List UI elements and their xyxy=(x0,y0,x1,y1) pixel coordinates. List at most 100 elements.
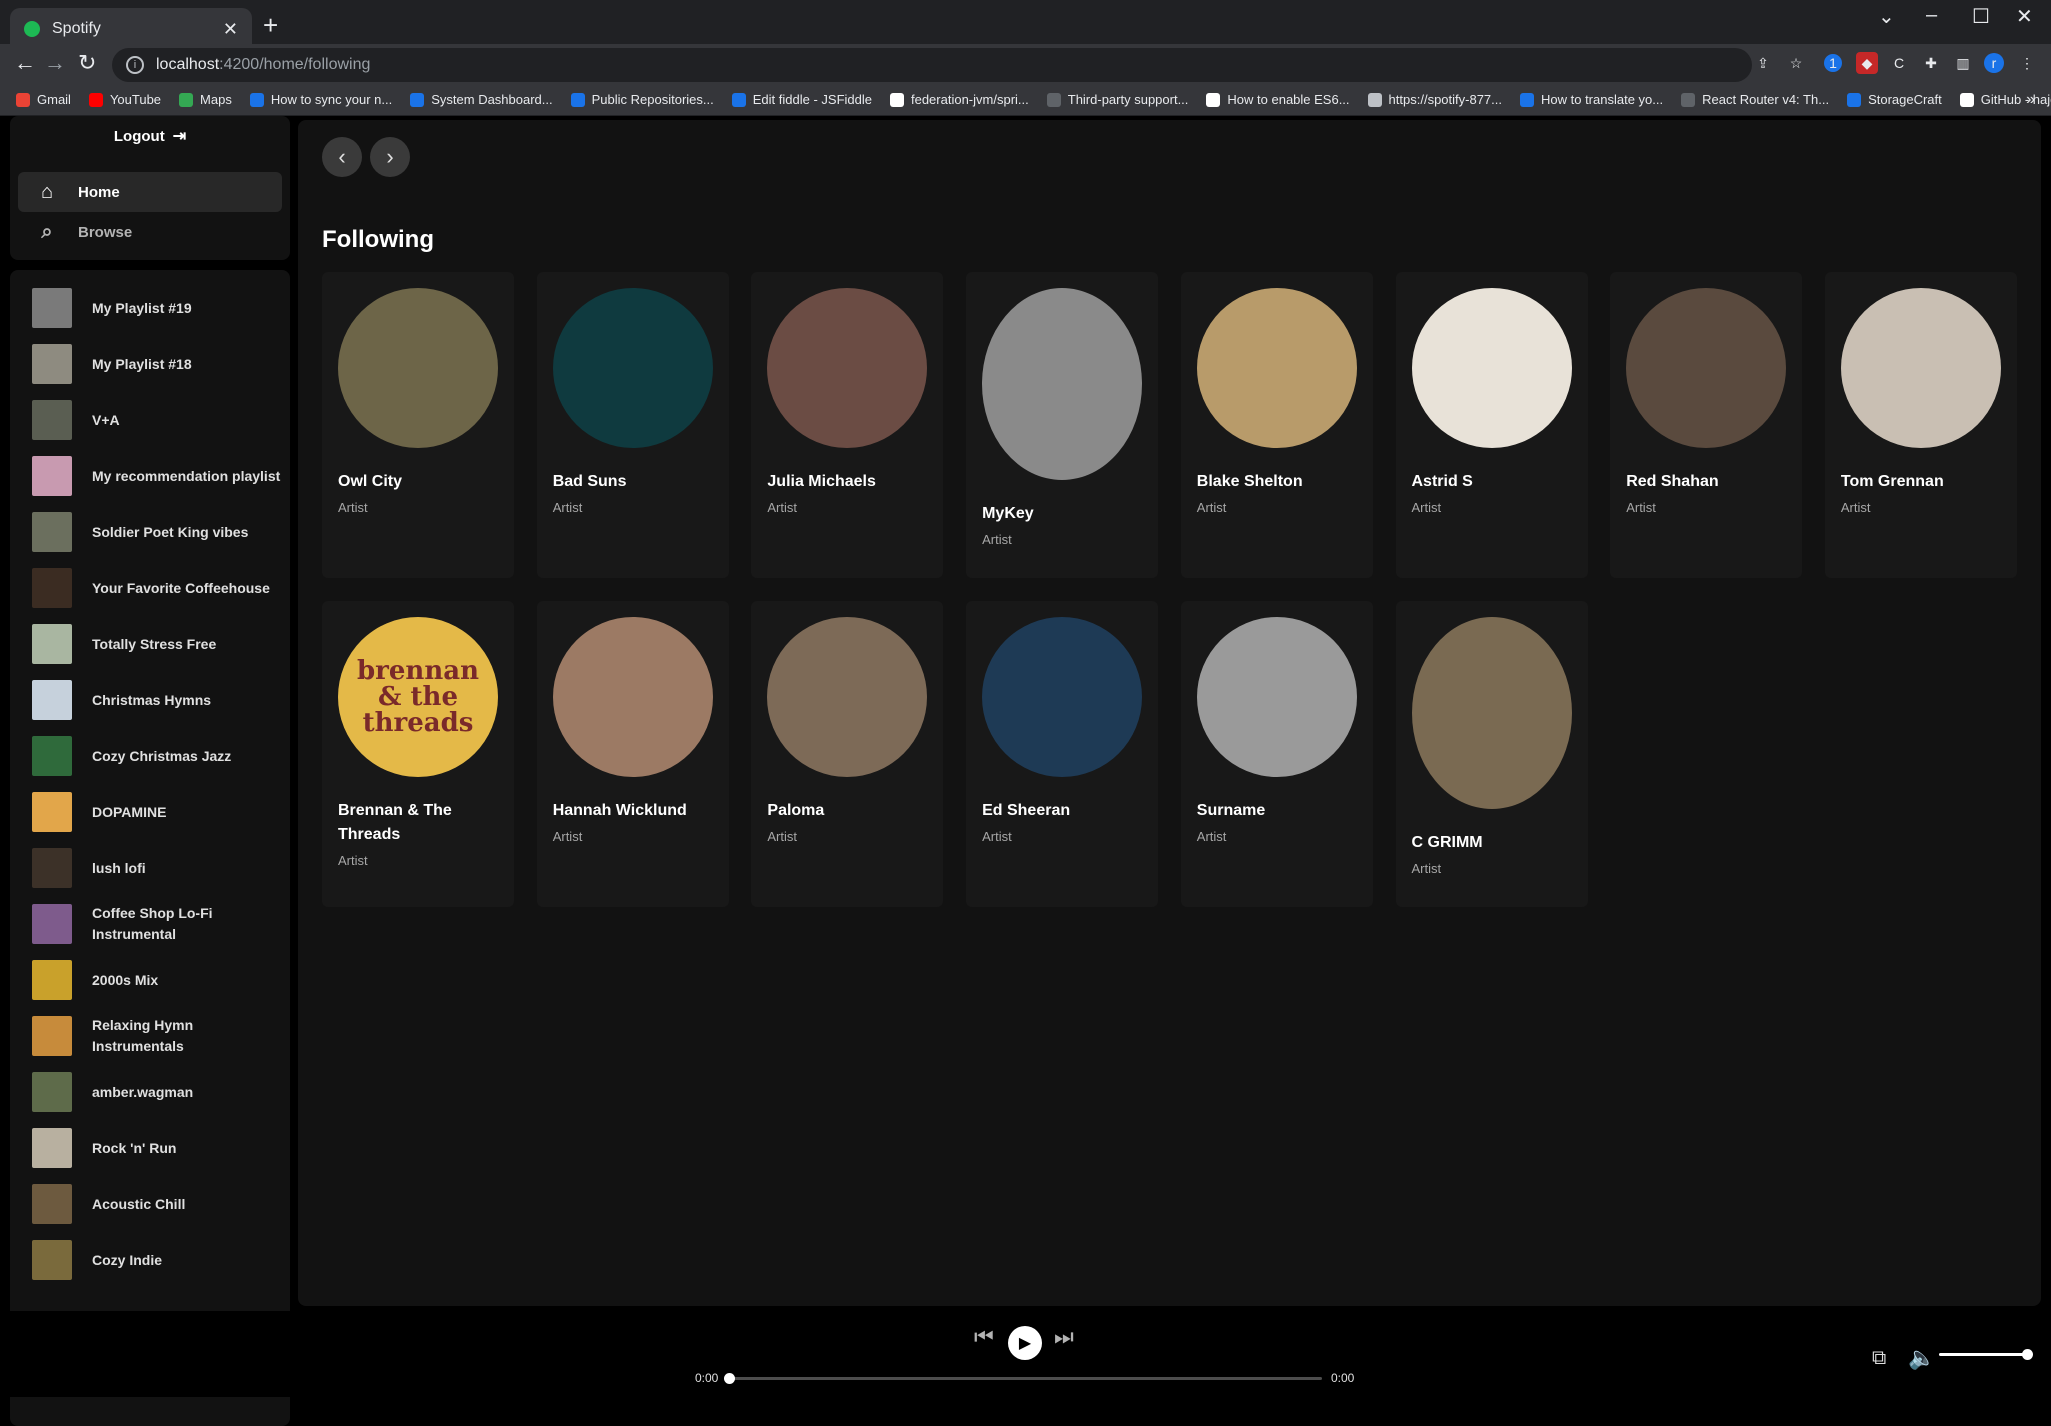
maximize-icon[interactable]: ☐ xyxy=(1972,4,1990,29)
playlist-item[interactable]: Acoustic Chill xyxy=(32,1180,282,1228)
playlist-name: My Playlist #19 xyxy=(92,299,192,316)
next-track-icon[interactable]: ⏭ xyxy=(1054,1324,1074,1350)
share-icon[interactable]: ⇪ xyxy=(1752,52,1774,74)
artist-card[interactable]: MyKey Artist xyxy=(966,272,1159,578)
playlist-name: My recommendation playlist xyxy=(92,467,281,484)
artist-card[interactable]: Ed Sheeran Artist xyxy=(966,601,1159,907)
bookmark-item[interactable]: System Dashboard... xyxy=(410,92,553,107)
spotify-app: Logout ⇥ ⌂ Home ⌕ Browse My Playlist #19 M… xyxy=(0,116,2051,1426)
playlist-cover-image xyxy=(32,904,72,944)
playlist-library[interactable]: My Playlist #19 My Playlist #18 V+A My reco… xyxy=(10,270,290,1426)
progress-knob[interactable] xyxy=(724,1373,735,1384)
artist-card[interactable]: Bad Suns Artist xyxy=(536,272,729,578)
volume-knob[interactable] xyxy=(2022,1349,2033,1360)
minimize-icon[interactable]: – xyxy=(1926,4,1937,27)
address-bar[interactable]: i localhost:4200/home/following xyxy=(112,48,1752,82)
bookmark-item[interactable]: Edit fiddle - JSFiddle xyxy=(731,92,872,107)
artist-card[interactable]: Blake Shelton Artist xyxy=(1180,272,1373,578)
bookmark-item[interactable]: How to sync your n... xyxy=(249,92,392,107)
reload-icon[interactable]: ↻ xyxy=(78,50,96,76)
bookmark-favicon-icon xyxy=(1681,92,1696,107)
artist-type: Artist xyxy=(1411,500,1442,515)
bookmark-label: GitHub - hajocava/... xyxy=(1980,92,2051,107)
bookmark-item[interactable]: federation-jvm/spri... xyxy=(889,92,1029,107)
artist-card[interactable]: Paloma Artist xyxy=(751,601,944,907)
playlist-item[interactable]: DOPAMINE xyxy=(32,788,282,836)
bookmark-item[interactable]: Public Repositories... xyxy=(570,92,714,107)
spotify-favicon-icon xyxy=(24,21,40,37)
artist-name: Tom Grennan xyxy=(1840,473,1944,490)
artist-card[interactable]: Hannah Wicklund Artist xyxy=(536,601,729,907)
volume-slider[interactable] xyxy=(1939,1349,2033,1360)
logout-button[interactable]: Logout ⇥ xyxy=(10,126,290,146)
play-button[interactable]: ▶ xyxy=(1008,1326,1042,1360)
playlist-item[interactable]: 2000s Mix xyxy=(32,956,282,1004)
artist-card[interactable]: C GRIMM Artist xyxy=(1395,601,1588,907)
bookmark-item[interactable]: How to translate yo... xyxy=(1520,92,1663,107)
playlist-item[interactable]: Relaxing Hymn Instrumentals xyxy=(32,1012,282,1060)
artist-card[interactable]: Red Shahan Artist xyxy=(1610,272,1803,578)
bookmark-item[interactable]: YouTube xyxy=(88,92,161,107)
nav-item-home[interactable]: ⌂ Home xyxy=(18,172,282,212)
bookmark-item[interactable]: How to enable ES6... xyxy=(1206,92,1350,107)
artist-card[interactable]: brennan & the threads Brennan & The Threa… xyxy=(322,601,514,907)
playlist-item[interactable]: My Playlist #18 xyxy=(32,340,282,388)
close-window-icon[interactable]: ✕ xyxy=(2016,4,2033,29)
tab-search-icon[interactable]: ⌄ xyxy=(1878,4,1895,29)
bookmark-item[interactable]: https://spotify-877... xyxy=(1367,92,1502,107)
playlist-item[interactable]: Christmas Hymns xyxy=(32,676,282,724)
forward-icon[interactable]: → xyxy=(44,50,66,76)
browser-menu-icon[interactable]: ⋮ xyxy=(2016,52,2038,74)
playlist-item[interactable]: Rock 'n' Run xyxy=(32,1124,282,1172)
artist-type: Artist xyxy=(767,500,798,515)
bookmark-label: Maps xyxy=(200,92,232,107)
playlist-item[interactable]: Cozy Christmas Jazz xyxy=(32,732,282,780)
playlist-item[interactable]: Cozy Indie xyxy=(32,1236,282,1284)
browser-tab-bar: Spotify ✕ + ⌄ – ☐ ✕ xyxy=(0,0,2051,50)
close-tab-icon[interactable]: ✕ xyxy=(223,19,238,40)
site-info-icon[interactable]: i xyxy=(126,56,144,74)
bookmark-item[interactable]: Maps xyxy=(179,92,232,107)
forward-arrow-button[interactable]: › xyxy=(370,137,410,177)
playlist-item[interactable]: Totally Stress Free xyxy=(32,620,282,668)
volume-icon[interactable]: 🔈 xyxy=(1908,1345,1935,1371)
extension-c-icon[interactable]: C xyxy=(1888,52,1910,74)
bookmark-item[interactable]: Gmail xyxy=(16,92,71,107)
artist-card[interactable]: Surname Artist xyxy=(1180,601,1373,907)
side-panel-icon[interactable]: ▥ xyxy=(1952,52,1974,74)
extensions-puzzle-icon[interactable]: ✚ xyxy=(1920,52,1942,74)
nav-label-home: Home xyxy=(78,183,120,201)
new-tab-icon[interactable]: + xyxy=(263,10,278,41)
playlist-item[interactable]: My Playlist #19 xyxy=(32,284,282,332)
bookmark-item[interactable]: React Router v4: Th... xyxy=(1681,92,1829,107)
playlist-item[interactable]: Coffee Shop Lo-Fi Instrumental xyxy=(32,900,282,948)
bookmarks-overflow-icon[interactable]: » xyxy=(2026,84,2035,116)
playlist-item[interactable]: lush lofi xyxy=(32,844,282,892)
playlist-item[interactable]: Soldier Poet King vibes xyxy=(32,508,282,556)
connect-device-icon[interactable]: ⧉ xyxy=(1872,1347,1886,1370)
playlist-item[interactable]: amber.wagman xyxy=(32,1068,282,1116)
extension-red-icon[interactable]: ◆ xyxy=(1856,52,1878,74)
bookmark-star-icon[interactable]: ☆ xyxy=(1785,52,1807,74)
playlist-name: Acoustic Chill xyxy=(92,1195,186,1212)
password-manager-icon[interactable]: 1 xyxy=(1824,54,1842,72)
profile-avatar-icon[interactable]: r xyxy=(1984,53,2004,73)
progress-bar[interactable] xyxy=(724,1373,1322,1384)
artist-card[interactable]: Astrid S Artist xyxy=(1395,272,1588,578)
artist-card[interactable]: Julia Michaels Artist xyxy=(751,272,944,578)
back-icon[interactable]: ← xyxy=(14,50,36,76)
back-arrow-button[interactable]: ‹ xyxy=(322,137,362,177)
bookmark-favicon-icon xyxy=(1959,92,1974,107)
playlist-item[interactable]: My recommendation playlist xyxy=(32,452,282,500)
playlist-item[interactable]: Your Favorite Coffeehouse xyxy=(32,564,282,612)
previous-track-icon[interactable]: ⏮ xyxy=(974,1324,994,1350)
nav-item-browse[interactable]: ⌕ Browse xyxy=(18,212,282,252)
artist-card[interactable]: Tom Grennan Artist xyxy=(1824,272,2017,578)
search-icon: ⌕ xyxy=(41,220,53,243)
bookmark-item[interactable]: GitHub - hajocava/... xyxy=(1959,92,2051,107)
bookmark-item[interactable]: StorageCraft xyxy=(1847,92,1942,107)
playlist-item[interactable]: V+A xyxy=(32,396,282,444)
artist-type: Artist xyxy=(1411,861,1442,876)
bookmark-item[interactable]: Third-party support... xyxy=(1046,92,1188,107)
artist-card[interactable]: Owl City Artist xyxy=(322,272,514,578)
